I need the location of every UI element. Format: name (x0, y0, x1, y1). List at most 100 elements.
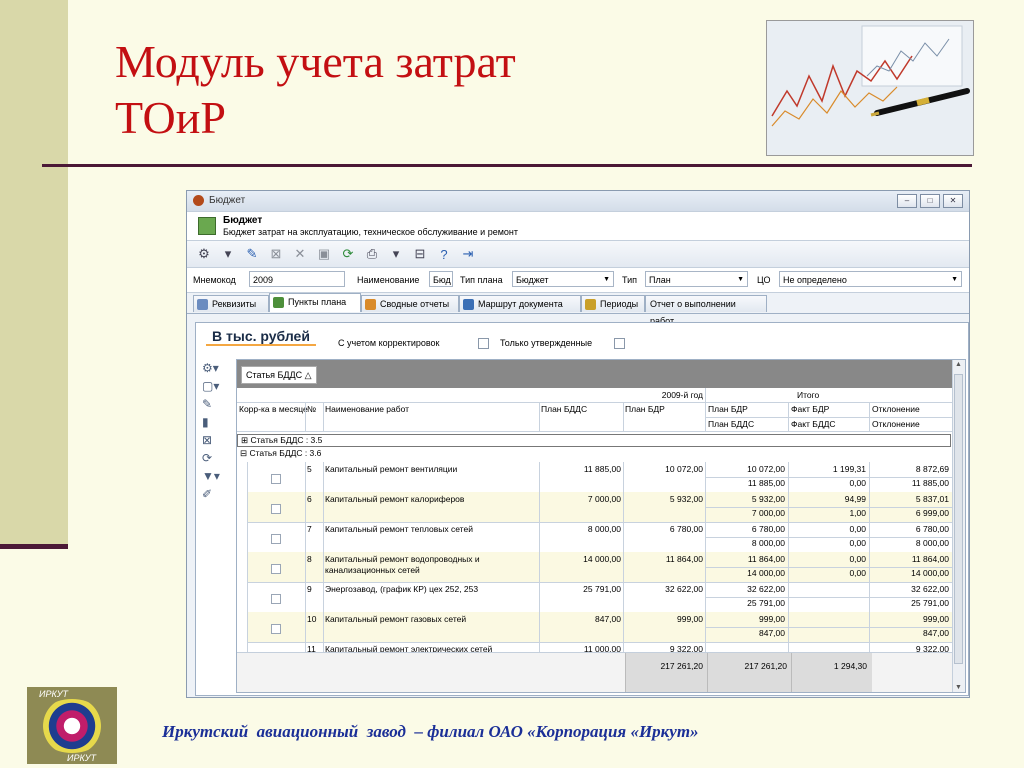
row-total-fact-bdds: 0,00 (849, 478, 866, 488)
cfo-value: Не определено (783, 275, 847, 285)
row-total-plan-bdr: 999,00 (759, 614, 785, 624)
row-correction-checkbox[interactable] (271, 594, 281, 604)
row-total-fact-bdds: 0,00 (849, 568, 866, 578)
tab-6[interactable]: Отчет о выполнении работ (645, 295, 767, 326)
with-corrections-checkbox[interactable] (478, 338, 489, 349)
row-total-plan-bdds: 14 000,00 (747, 568, 785, 578)
row-plan-bdds: 11 885,00 (583, 464, 621, 474)
edit-multiple-icon[interactable]: ✐ (202, 487, 230, 505)
minimize-button[interactable]: – (897, 194, 917, 208)
tab-2[interactable]: Пункты плана (269, 293, 361, 312)
tab-label: Сводные отчеты (380, 299, 450, 309)
footer-plan-bdr-cell (625, 653, 708, 692)
cancel-icon[interactable]: ⊠ (202, 433, 230, 451)
filter-icon[interactable]: ▼▾ (202, 469, 230, 487)
tab-4[interactable]: Маршрут документа (459, 295, 581, 312)
dropdown-arrow-icon[interactable]: ▾ (219, 245, 237, 263)
grid-line (869, 402, 870, 431)
refresh-icon[interactable]: ⟳ (339, 245, 357, 263)
row-total-deviation: 8 872,69 (915, 464, 949, 474)
maximize-button[interactable]: □ (920, 194, 940, 208)
cfo-select[interactable]: Не определено ▼ (779, 271, 962, 287)
row-total-deviation2: 8 000,00 (915, 538, 949, 548)
window-controls: – □ ✕ (897, 194, 963, 208)
grid-line (247, 462, 248, 672)
logo-text-bottom: ИРКУТ (67, 753, 96, 763)
scroll-thumb[interactable] (954, 374, 963, 664)
row-total-plan-bdds: 7 000,00 (751, 508, 785, 518)
tab-5[interactable]: Периоды (581, 295, 645, 312)
save-icon[interactable]: ▣ (315, 245, 333, 263)
left-decor-rule (0, 544, 68, 549)
row-plan-bdr: 5 932,00 (669, 494, 703, 504)
group-row-3-6[interactable]: ⊟ Статья БДДС : 3.6 (237, 448, 951, 461)
row-correction-checkbox[interactable] (271, 624, 281, 634)
group-by-chip[interactable]: Статья БДДС △ (241, 366, 317, 384)
grid-line (305, 402, 306, 431)
dropdown-arrow-icon[interactable]: ▾ (387, 245, 405, 263)
scroll-up-icon[interactable]: ▲ (955, 361, 962, 368)
row-plan-bdds: 847,00 (595, 614, 621, 624)
mnemo-field[interactable]: 2009 (249, 271, 345, 287)
new-document-icon[interactable]: ▢▾ (202, 379, 230, 397)
row-number: 5 (307, 464, 312, 474)
edit-icon[interactable]: ✎ (243, 245, 261, 263)
close-button[interactable]: ✕ (943, 194, 963, 208)
print-icon[interactable]: ⎙ (363, 245, 381, 263)
only-approved-checkbox[interactable] (614, 338, 625, 349)
total-deviation2-header: Отклонение (872, 419, 920, 429)
row-total-deviation2: 14 000,00 (911, 568, 949, 578)
settings-icon[interactable]: ⚙ (195, 245, 213, 263)
grid-line (705, 388, 706, 402)
grid-line (705, 462, 706, 672)
tab-label: Пункты плана (288, 297, 347, 307)
tab-3[interactable]: Сводные отчеты (361, 295, 459, 312)
scroll-down-icon[interactable]: ▼ (955, 684, 962, 691)
row-work-name: Капитальный ремонт водопроводных и (325, 554, 480, 564)
settings-icon[interactable]: ⚙▾ (202, 361, 230, 379)
chevron-down-icon: ▼ (951, 276, 958, 283)
row-total-fact-bdds: 0,00 (849, 538, 866, 548)
row-work-name: Капитальный ремонт вентиляции (325, 464, 458, 474)
grid-line (705, 567, 953, 568)
row-work-name: Капитальный ремонт калориферов (325, 494, 465, 504)
tab-icon (463, 299, 474, 310)
row-correction-checkbox[interactable] (271, 474, 281, 484)
name-field[interactable]: Бюд (429, 271, 453, 287)
header-subtitle: Бюджет затрат на эксплуатацию, техническ… (223, 227, 518, 237)
row-total-deviation: 11 864,00 (911, 554, 949, 564)
footer-total-fact-cell (791, 653, 872, 692)
grid-line (539, 402, 540, 431)
tab-1[interactable]: Реквизиты (193, 295, 269, 312)
grid-scrollbar[interactable]: ▲ ▼ (952, 360, 965, 692)
units-label: В тыс. рублей (206, 328, 316, 346)
delete-icon[interactable]: ✕ (291, 245, 309, 263)
export-icon[interactable]: ⊟ (411, 245, 429, 263)
row-plan-bdr: 10 072,00 (665, 464, 703, 474)
grid-footer: 217 261,20 217 261,20 1 294,30 (237, 652, 953, 692)
refresh-icon[interactable]: ⟳ (202, 451, 230, 469)
help-icon[interactable]: ? (435, 245, 453, 263)
row-correction-checkbox[interactable] (271, 534, 281, 544)
tab-icon (365, 299, 376, 310)
only-approved-label: Только утвержденные (500, 338, 593, 348)
edit-icon[interactable]: ✎ (202, 397, 230, 415)
cancel-icon[interactable]: ⊠ (267, 245, 285, 263)
trash-icon[interactable]: ▮ (202, 415, 230, 433)
grid-line (247, 522, 953, 523)
col-plan-bdds-header: План БДДС (541, 404, 588, 414)
exit-icon[interactable]: ⇥ (459, 245, 477, 263)
row-total-deviation: 5 837,01 (915, 494, 949, 504)
row-correction-checkbox[interactable] (271, 564, 281, 574)
row-total-deviation2: 6 999,00 (915, 508, 949, 518)
cfo-label: ЦО (757, 275, 771, 285)
plan-type-select[interactable]: Бюджет ▼ (512, 271, 614, 287)
grid-line (788, 402, 789, 431)
app-icon (193, 195, 204, 206)
total-plan-bdr-header: План БДР (708, 404, 748, 414)
row-plan-bdr: 11 864,00 (665, 554, 703, 564)
grid-line (323, 462, 324, 672)
row-correction-checkbox[interactable] (271, 504, 281, 514)
type-select[interactable]: План ▼ (645, 271, 748, 287)
group-row-3-5[interactable]: ⊞ Статья БДДС : 3.5 (237, 434, 951, 447)
